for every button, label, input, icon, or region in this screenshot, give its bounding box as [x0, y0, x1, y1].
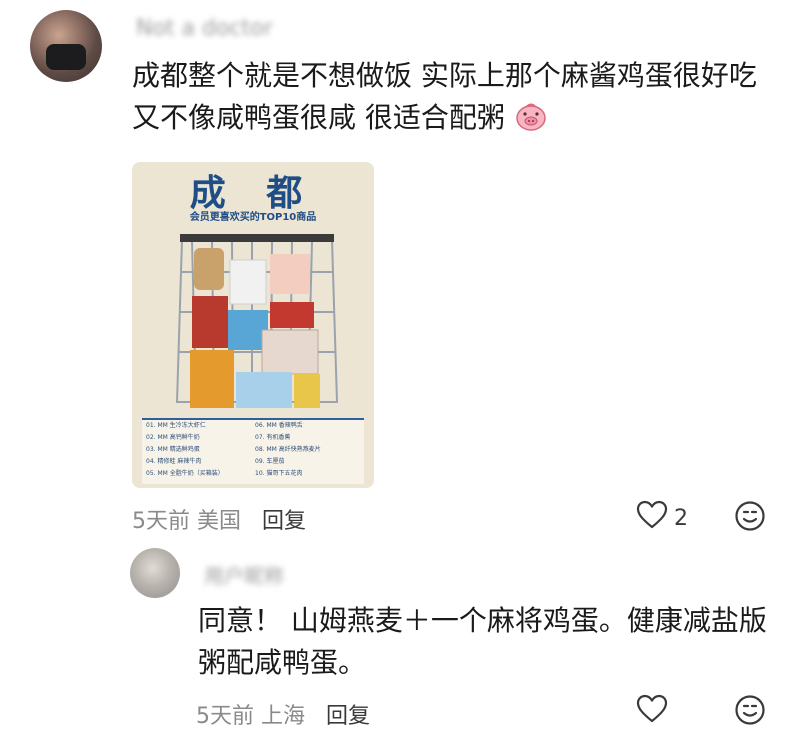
heart-icon[interactable] — [636, 694, 668, 730]
list-item-left: 01. MM 生冷冻大虾仁 — [146, 422, 206, 429]
username[interactable]: 用户昵称 — [204, 560, 284, 589]
username[interactable]: Not a doctor — [136, 16, 273, 41]
avatar-mask — [46, 44, 86, 70]
comment-text-line-1: 成都整个就是不想做饭 实际上那个麻酱鸡蛋很好吃 — [132, 59, 757, 92]
comment-text-line-2: 又不像咸鸭蛋很咸 很适合配粥 — [132, 97, 772, 139]
smile-face-icon[interactable] — [734, 501, 766, 536]
comment-text: 同意！ 山姆燕麦＋一个麻将鸡蛋。健康减盐版 粥配咸鸭蛋。 — [198, 600, 778, 684]
heart-icon[interactable] — [636, 500, 668, 536]
like-button[interactable] — [636, 694, 674, 730]
comment-text: 成都整个就是不想做饭 实际上那个麻酱鸡蛋很好吃 又不像咸鸭蛋很咸 很适合配粥 — [132, 55, 772, 139]
comment-text-line-2: 粥配咸鸭蛋。 — [198, 646, 367, 679]
list-item: 05. MM 全脂牛奶（买箱装） 10. 猫哥下五花肉 — [142, 468, 364, 480]
list-item-left: 03. MM 精选鲜鸡蛋 — [146, 446, 200, 453]
time-location: 5天前 美国 — [132, 509, 241, 534]
list-item-right: 10. 猫哥下五花肉 — [255, 470, 303, 477]
like-count: 2 — [674, 505, 688, 531]
comment-meta: 5天前 上海 回复 — [196, 698, 370, 730]
list-item: 02. MM 高钙鲜牛奶 07. 有机香蕉 — [142, 432, 364, 444]
reply-button[interactable]: 回复 — [262, 509, 306, 534]
comment-text-line-1: 同意！ 山姆燕麦＋一个麻将鸡蛋。健康减盐版 — [198, 604, 767, 637]
avatar[interactable] — [130, 548, 180, 598]
shared-image[interactable]: 成 都 会员更喜欢买的TOP10商品 01. MM 生冷冻大虾仁 06. MM … — [132, 162, 374, 488]
pig-face-emoji — [514, 101, 548, 131]
list-item: 04. 精修蛙 麻辣牛肉 09. 车厘茄 — [142, 456, 364, 468]
time-location: 5天前 上海 — [196, 704, 305, 729]
list-item-left: 02. MM 高钙鲜牛奶 — [146, 434, 200, 441]
reply-button[interactable]: 回复 — [326, 704, 370, 729]
poster-product-list: 01. MM 生冷冻大虾仁 06. MM 香辣鸭舌 02. MM 高钙鲜牛奶 0… — [142, 418, 364, 484]
list-item-right: 08. MM 高纤快熟燕麦片 — [255, 446, 321, 453]
list-item: 01. MM 生冷冻大虾仁 06. MM 香辣鸭舌 — [142, 420, 364, 432]
comment-text-line-2-text: 又不像咸鸭蛋很咸 很适合配粥 — [132, 101, 505, 134]
emoji-reaction-button[interactable] — [734, 500, 766, 536]
list-item-right: 06. MM 香辣鸭舌 — [255, 422, 303, 429]
list-item-right: 09. 车厘茄 — [255, 458, 285, 465]
list-item-right: 07. 有机香蕉 — [255, 434, 291, 441]
poster-subtitle: 会员更喜欢买的TOP10商品 — [189, 212, 317, 223]
list-item-left: 05. MM 全脂牛奶（买箱装） — [146, 470, 224, 477]
emoji-reaction-button[interactable] — [734, 694, 766, 730]
smile-face-icon[interactable] — [734, 695, 766, 730]
comment-meta: 5天前 美国 回复 — [132, 503, 306, 535]
list-item-left: 04. 精修蛙 麻辣牛肉 — [146, 458, 202, 465]
list-item: 03. MM 精选鲜鸡蛋 08. MM 高纤快熟燕麦片 — [142, 444, 364, 456]
like-button[interactable]: 2 — [636, 500, 688, 536]
avatar[interactable] — [30, 10, 102, 82]
